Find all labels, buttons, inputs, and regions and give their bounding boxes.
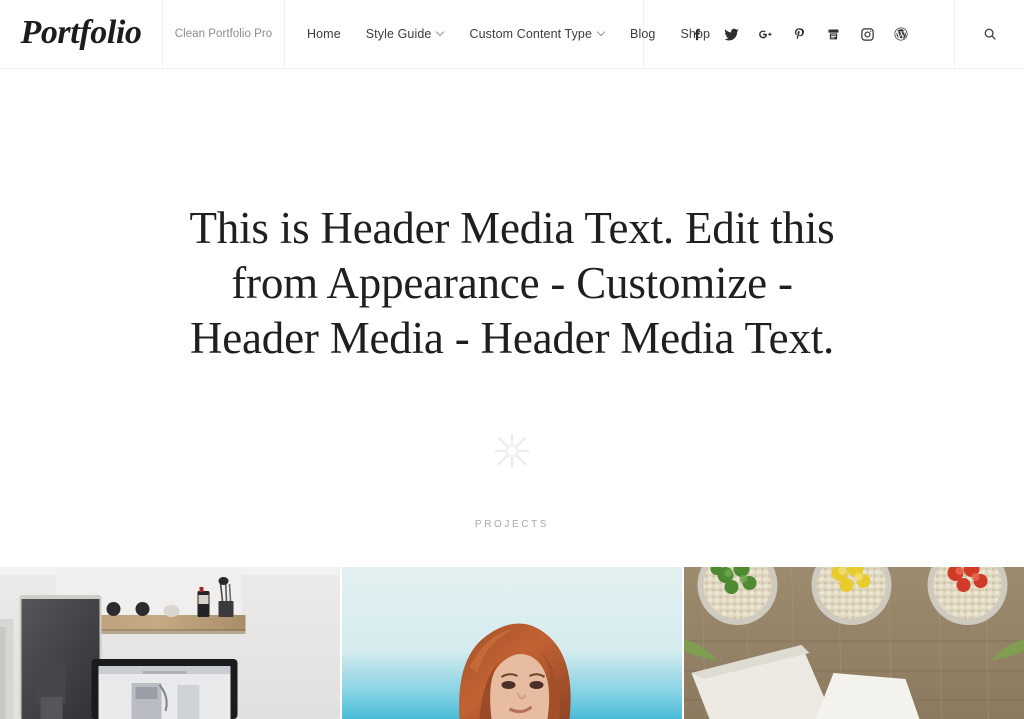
pinterest-icon[interactable]	[782, 17, 816, 51]
wordpress-icon[interactable]	[884, 17, 918, 51]
project-tile-portrait[interactable]	[342, 567, 682, 719]
hero-section: This is Header Media Text. Edit this fro…	[0, 69, 1024, 567]
youtube-icon[interactable]	[816, 17, 850, 51]
nav-item-label: Custom Content Type	[469, 27, 593, 41]
site-header: Portfolio Clean Portfolio Pro Home Style…	[0, 0, 1024, 69]
chevron-down-icon	[437, 29, 444, 36]
primary-navigation: Home Style Guide Custom Content Type Blo…	[285, 0, 710, 68]
google-plus-icon[interactable]	[748, 17, 782, 51]
project-tile-plants[interactable]	[684, 567, 1024, 719]
nav-item-custom-content-type[interactable]: Custom Content Type	[469, 27, 605, 41]
brand-cell[interactable]: Portfolio	[0, 0, 163, 68]
nav-item-label: Style Guide	[365, 27, 432, 41]
instagram-icon[interactable]	[850, 17, 884, 51]
site-tagline: Clean Portfolio Pro	[174, 28, 273, 40]
project-tile-workspace[interactable]	[0, 567, 340, 719]
nav-item-style-guide[interactable]: Style Guide	[366, 27, 445, 41]
projects-grid	[0, 567, 1024, 719]
chevron-down-icon	[598, 29, 605, 36]
social-links	[644, 0, 955, 68]
search-button[interactable]	[955, 0, 1024, 68]
projects-section-label: PROJECTS	[474, 519, 550, 530]
site-logo[interactable]: Portfolio	[20, 15, 141, 53]
tagline-cell: Clean Portfolio Pro	[163, 0, 285, 68]
nav-item-home[interactable]: Home	[307, 27, 341, 41]
twitter-icon[interactable]	[714, 17, 748, 51]
nav-item-label: Home	[307, 27, 341, 41]
facebook-icon[interactable]	[680, 17, 714, 51]
search-icon	[984, 28, 996, 40]
star-ornament-icon	[490, 429, 534, 473]
hero-heading: This is Header Media Text. Edit this fro…	[189, 203, 835, 363]
